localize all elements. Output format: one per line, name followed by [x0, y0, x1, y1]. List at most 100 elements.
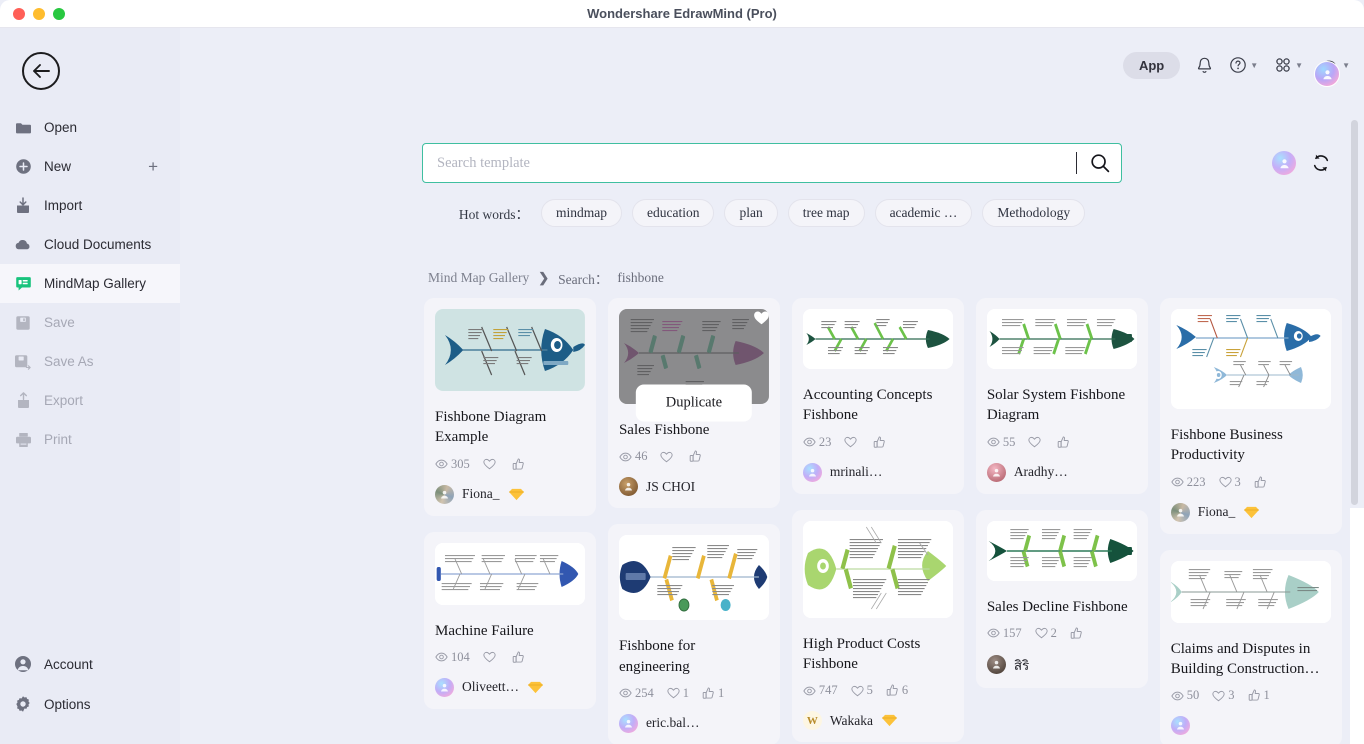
template-card[interactable]: Fishbone Diagram Example305Fiona_	[424, 298, 596, 516]
search-input[interactable]	[437, 144, 1076, 182]
gallery-column: Solar System Fishbone Diagram55Aradhy… S…	[976, 298, 1148, 744]
template-card[interactable]: Accounting Concepts Fishbone23mrinali…	[792, 298, 964, 494]
likes-stat[interactable]	[844, 436, 860, 448]
views-stat: 50	[1171, 688, 1200, 703]
sidebar-item-options[interactable]: Options	[0, 684, 180, 724]
template-card[interactable]: High Product Costs Fishbone74756WWakaka	[792, 510, 964, 743]
new-add-button[interactable]: +	[148, 158, 158, 175]
user-avatar-icon	[1175, 507, 1186, 518]
template-author[interactable]: Fiona_	[435, 485, 585, 504]
thumbs-stat[interactable]	[1254, 476, 1270, 489]
breadcrumb-root[interactable]: Mind Map Gallery	[428, 270, 529, 286]
thumbs-stat[interactable]	[512, 458, 528, 471]
likes-stat[interactable]: 2	[1035, 626, 1057, 641]
likes-stat[interactable]: 3	[1212, 688, 1234, 703]
user-avatar-icon	[991, 659, 1002, 670]
apps-button[interactable]: ▼	[1274, 56, 1303, 74]
heart-icon	[660, 451, 673, 463]
template-card[interactable]: Fishbone Business Productivity2233Fiona_	[1160, 298, 1342, 534]
template-thumbnail[interactable]	[803, 309, 953, 369]
sidebar-item-import[interactable]: Import	[0, 186, 180, 225]
template-thumbnail[interactable]	[987, 309, 1137, 369]
chevron-down-icon: ▼	[1250, 61, 1258, 70]
sidebar-item-new[interactable]: New+	[0, 147, 180, 186]
sidebar-item-cloud-documents[interactable]: Cloud Documents	[0, 225, 180, 264]
thumbs-stat[interactable]	[1070, 627, 1086, 640]
likes-stat[interactable]: 1	[667, 686, 689, 701]
template-author[interactable]: JS CHOI	[619, 477, 769, 496]
duplicate-button[interactable]: Duplicate	[636, 385, 752, 422]
breadcrumb: Mind Map Gallery ❯ Search： fishbone	[428, 268, 664, 288]
template-thumbnail[interactable]	[1171, 309, 1331, 409]
search-box[interactable]	[422, 143, 1122, 183]
template-author[interactable]: WWakaka	[803, 711, 953, 730]
notifications-button[interactable]	[1196, 56, 1213, 75]
likes-stat[interactable]	[1028, 436, 1044, 448]
gear-icon	[14, 695, 32, 713]
template-thumbnail[interactable]	[987, 521, 1137, 581]
heart-icon	[1219, 476, 1232, 488]
template-thumbnail[interactable]	[803, 521, 953, 618]
views-count: 55	[1003, 435, 1016, 450]
vertical-scrollbar[interactable]	[1351, 120, 1358, 505]
template-thumbnail[interactable]	[619, 535, 769, 620]
template-title: Fishbone for engineering	[619, 636, 769, 677]
refresh-icon	[1310, 152, 1332, 174]
app-button[interactable]: App	[1123, 52, 1180, 79]
like-icon	[1248, 689, 1261, 702]
help-button[interactable]: ▼	[1229, 56, 1258, 74]
hot-word-chip[interactable]: education	[632, 199, 714, 227]
hot-word-chip[interactable]: tree map	[788, 199, 865, 227]
hot-word-chip[interactable]: academic …	[875, 199, 973, 227]
template-card[interactable]: Sales Decline Fishbone1572สิริ	[976, 510, 1148, 688]
refresh-button[interactable]	[1310, 152, 1332, 174]
sidebar-item-open[interactable]: Open	[0, 108, 180, 147]
search-button[interactable]	[1089, 152, 1111, 174]
hot-word-chip[interactable]: mindmap	[541, 199, 622, 227]
template-card[interactable]: Machine Failure104Oliveett…	[424, 532, 596, 709]
thumbs-stat[interactable]: 1	[702, 686, 724, 701]
likes-stat[interactable]	[660, 451, 676, 463]
template-card[interactable]: Solar System Fishbone Diagram55Aradhy…	[976, 298, 1148, 494]
likes-stat[interactable]	[483, 651, 499, 663]
template-card[interactable]: DuplicateSales Fishbone46JS CHOI	[608, 298, 780, 508]
views-count: 254	[635, 686, 654, 701]
sidebar-item-mindmap-gallery[interactable]: MindMap Gallery	[0, 264, 180, 303]
bell-icon	[1196, 56, 1213, 75]
likes-stat[interactable]: 3	[1219, 475, 1241, 490]
template-author[interactable]: Fiona_	[1171, 503, 1331, 522]
thumbs-stat[interactable]: 1	[1248, 688, 1270, 703]
template-thumbnail[interactable]	[435, 309, 585, 391]
views-icon	[619, 688, 632, 698]
hot-word-chip[interactable]: Methodology	[982, 199, 1085, 227]
template-author[interactable]: สิริ	[987, 654, 1137, 676]
template-author[interactable]: mrinali…	[803, 463, 953, 482]
template-author[interactable]: Oliveett…	[435, 678, 585, 697]
back-button[interactable]	[22, 52, 60, 90]
template-author[interactable]: eric.bal…	[619, 714, 769, 733]
likes-stat[interactable]	[483, 458, 499, 470]
template-card[interactable]: Claims and Disputes in Building Construc…	[1160, 550, 1342, 744]
thumbs-stat[interactable]	[873, 436, 889, 449]
template-thumbnail[interactable]	[1171, 561, 1331, 623]
template-author[interactable]: Aradhy…	[987, 463, 1137, 482]
author-name: Aradhy…	[1014, 464, 1068, 480]
author-avatar	[619, 714, 638, 733]
sidebar-item-account[interactable]: Account	[0, 644, 180, 684]
likes-stat[interactable]: 5	[851, 683, 873, 698]
profile-avatar[interactable]	[1314, 61, 1340, 87]
thumbs-stat[interactable]	[1057, 436, 1073, 449]
template-thumbnail[interactable]	[435, 543, 585, 605]
thumbs-stat[interactable]: 6	[886, 683, 908, 698]
favorite-button[interactable]	[753, 310, 770, 330]
template-stats: 50 31	[1171, 688, 1331, 703]
suggested-user-avatar[interactable]	[1272, 151, 1296, 175]
template-card[interactable]: Fishbone for engineering 254 11 eric.bal…	[608, 524, 780, 744]
sidebar-item-print: Print	[0, 420, 180, 459]
views-stat: 254	[619, 686, 654, 701]
template-author[interactable]	[1171, 716, 1331, 735]
thumbs-stat[interactable]	[689, 450, 705, 463]
hot-word-chip[interactable]: plan	[724, 199, 777, 227]
views-stat: 747	[803, 683, 838, 698]
thumbs-stat[interactable]	[512, 651, 528, 664]
